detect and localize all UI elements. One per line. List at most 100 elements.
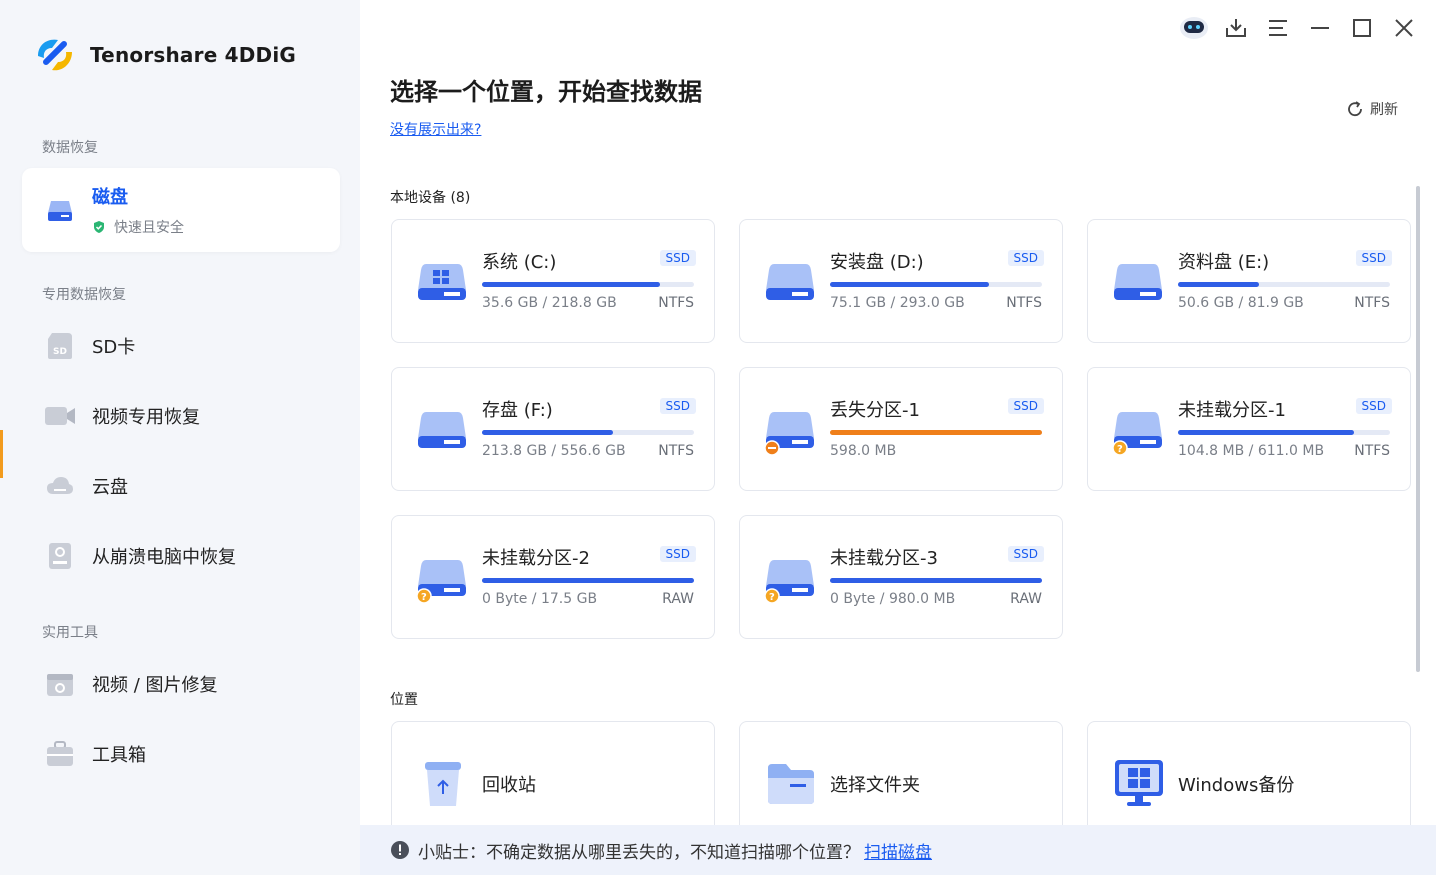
section-label-tools: 实用工具 <box>42 625 98 641</box>
download-icon[interactable] <box>1220 12 1252 44</box>
drive-filesystem: RAW <box>1010 591 1042 607</box>
drive-size: 598.0 MB <box>830 443 897 459</box>
ssd-badge: SSD <box>1355 398 1392 414</box>
usage-bar <box>482 578 694 583</box>
sidebar-item-toolbox[interactable]: 工具箱 <box>22 722 340 786</box>
drive-name: 丢失分区-1 <box>830 400 920 421</box>
sidebar-item-label: 从崩溃电脑中恢复 <box>92 547 236 568</box>
usage-bar <box>830 282 1042 287</box>
drive-name: 未挂载分区-3 <box>830 548 938 569</box>
ssd-badge: SSD <box>1007 398 1044 414</box>
sidebar-item-disk[interactable]: 磁盘 快速且安全 <box>22 168 340 252</box>
app-logo-icon <box>38 39 72 71</box>
usage-bar-fill <box>1178 430 1354 435</box>
drive-filesystem: NTFS <box>658 295 694 311</box>
drive-card-e[interactable]: 资料盘 (E:) SSD 50.6 GB / 81.9 GB NTFS <box>1087 219 1411 343</box>
drive-name: 系统 (C:) <box>482 252 557 273</box>
drive-filesystem: RAW <box>662 591 694 607</box>
drive-card-unmounted-1[interactable]: ? 未挂载分区-1 SSD 104.8 MB / 611.0 MB NTFS <box>1087 367 1411 491</box>
drive-card-c[interactable]: 系统 (C:) SSD 35.6 GB / 218.8 GB NTFS <box>391 219 715 343</box>
location-label: 回收站 <box>482 775 536 796</box>
drive-card-unmounted-2[interactable]: ? 未挂载分区-2 SSD 0 Byte / 17.5 GB RAW <box>391 515 715 639</box>
usage-bar <box>830 430 1042 435</box>
drive-size: 50.6 GB / 81.9 GB <box>1178 295 1304 311</box>
drive-card-f[interactable]: 存盘 (F:) SSD 213.8 GB / 556.6 GB NTFS <box>391 367 715 491</box>
usage-bar-fill <box>1178 282 1259 287</box>
drive-filesystem: NTFS <box>658 443 694 459</box>
menu-icon[interactable] <box>1262 12 1294 44</box>
ssd-badge: SSD <box>659 398 696 414</box>
main-panel: 选择一个位置，开始查找数据 没有展示出来? 刷新 本地设备 (8) 系统 (C:… <box>360 0 1436 875</box>
folder-icon <box>768 764 814 804</box>
close-icon[interactable] <box>1388 12 1420 44</box>
drive-size: 35.6 GB / 218.8 GB <box>482 295 617 311</box>
hard-drive-icon <box>766 264 814 300</box>
drive-size: 104.8 MB / 611.0 MB <box>1178 443 1325 459</box>
drive-name: 未挂载分区-1 <box>1178 400 1286 421</box>
minimize-icon[interactable] <box>1304 12 1336 44</box>
drive-name: 安装盘 (D:) <box>830 252 924 273</box>
edge-accent <box>0 430 3 478</box>
hard-drive-icon <box>418 412 466 448</box>
usage-bar-fill <box>830 578 1042 583</box>
scan-disk-link[interactable]: 扫描磁盘 <box>864 838 932 863</box>
recycle-bin-icon <box>425 762 461 806</box>
drive-size: 0 Byte / 17.5 GB <box>482 591 598 607</box>
info-icon <box>391 841 409 859</box>
drive-filesystem: NTFS <box>1006 295 1042 311</box>
sidebar-item-sd-card[interactable]: SD SD卡 <box>22 314 340 378</box>
usage-bar-fill <box>482 578 694 583</box>
hard-drive-icon <box>1114 264 1162 300</box>
usage-bar-fill <box>830 282 989 287</box>
location-label: 选择文件夹 <box>830 775 920 796</box>
sidebar-item-label: 视频 / 图片修复 <box>92 675 218 696</box>
drive-name: 未挂载分区-2 <box>482 548 590 569</box>
unmounted-partition-icon: ? <box>764 560 814 604</box>
drive-name: 资料盘 (E:) <box>1178 252 1270 273</box>
sidebar-item-label: 视频专用恢复 <box>92 407 200 428</box>
ssd-badge: SSD <box>659 546 696 562</box>
drive-size: 213.8 GB / 556.6 GB <box>482 443 626 459</box>
usage-bar <box>1178 430 1390 435</box>
unmounted-partition-icon: ? <box>1112 412 1162 456</box>
ssd-badge: SSD <box>1007 250 1044 266</box>
usage-bar <box>1178 282 1390 287</box>
sidebar-item-label: 云盘 <box>92 477 128 498</box>
sidebar-item-label: SD卡 <box>92 337 136 358</box>
sidebar-item-crashed-pc[interactable]: 从崩溃电脑中恢复 <box>22 524 340 588</box>
page-title: 选择一个位置，开始查找数据 <box>390 78 702 106</box>
sd-card-icon: SD <box>44 330 76 362</box>
windows-drive-icon <box>418 264 466 300</box>
refresh-label: 刷新 <box>1370 102 1398 118</box>
tip-bar: 小贴士：不确定数据从哪里丢失的，不知道扫描哪个位置？ 扫描磁盘 <box>360 825 1436 875</box>
usage-bar-fill <box>830 430 1042 435</box>
maximize-icon[interactable] <box>1346 12 1378 44</box>
drive-filesystem: NTFS <box>1354 295 1390 311</box>
drive-filesystem: NTFS <box>1354 443 1390 459</box>
assistant-icon[interactable] <box>1178 12 1210 44</box>
sidebar-item-video-recovery[interactable]: 视频专用恢复 <box>22 384 340 448</box>
svg-text:SD: SD <box>53 347 67 357</box>
crashed-pc-icon <box>44 540 76 572</box>
drive-size: 75.1 GB / 293.0 GB <box>830 295 965 311</box>
window-toolbar <box>1178 12 1420 44</box>
sidebar-item-cloud[interactable]: 云盘 <box>22 454 340 518</box>
drive-card-d[interactable]: 安装盘 (D:) SSD 75.1 GB / 293.0 GB NTFS <box>739 219 1063 343</box>
ssd-badge: SSD <box>1007 546 1044 562</box>
section-label-data-recovery: 数据恢复 <box>42 140 98 156</box>
lost-partition-icon <box>764 412 814 456</box>
scrollbar-thumb[interactable] <box>1416 186 1420 672</box>
drive-card-lost-1[interactable]: 丢失分区-1 SSD 598.0 MB <box>739 367 1063 491</box>
brand: Tenorshare 4DDiG <box>32 34 296 76</box>
refresh-button[interactable]: 刷新 <box>1346 99 1398 119</box>
not-shown-help-link[interactable]: 没有展示出来? <box>390 119 481 139</box>
disk-icon <box>44 194 76 226</box>
shield-check-icon <box>94 221 104 233</box>
section-label-special-recovery: 专用数据恢复 <box>42 287 126 303</box>
usage-bar-fill <box>482 430 614 435</box>
sidebar-item-media-repair[interactable]: 视频 / 图片修复 <box>22 652 340 716</box>
drive-name: 存盘 (F:) <box>482 400 553 421</box>
unmounted-partition-icon: ? <box>416 560 466 604</box>
toolbox-icon <box>44 738 76 770</box>
drive-card-unmounted-3[interactable]: ? 未挂载分区-3 SSD 0 Byte / 980.0 MB RAW <box>739 515 1063 639</box>
